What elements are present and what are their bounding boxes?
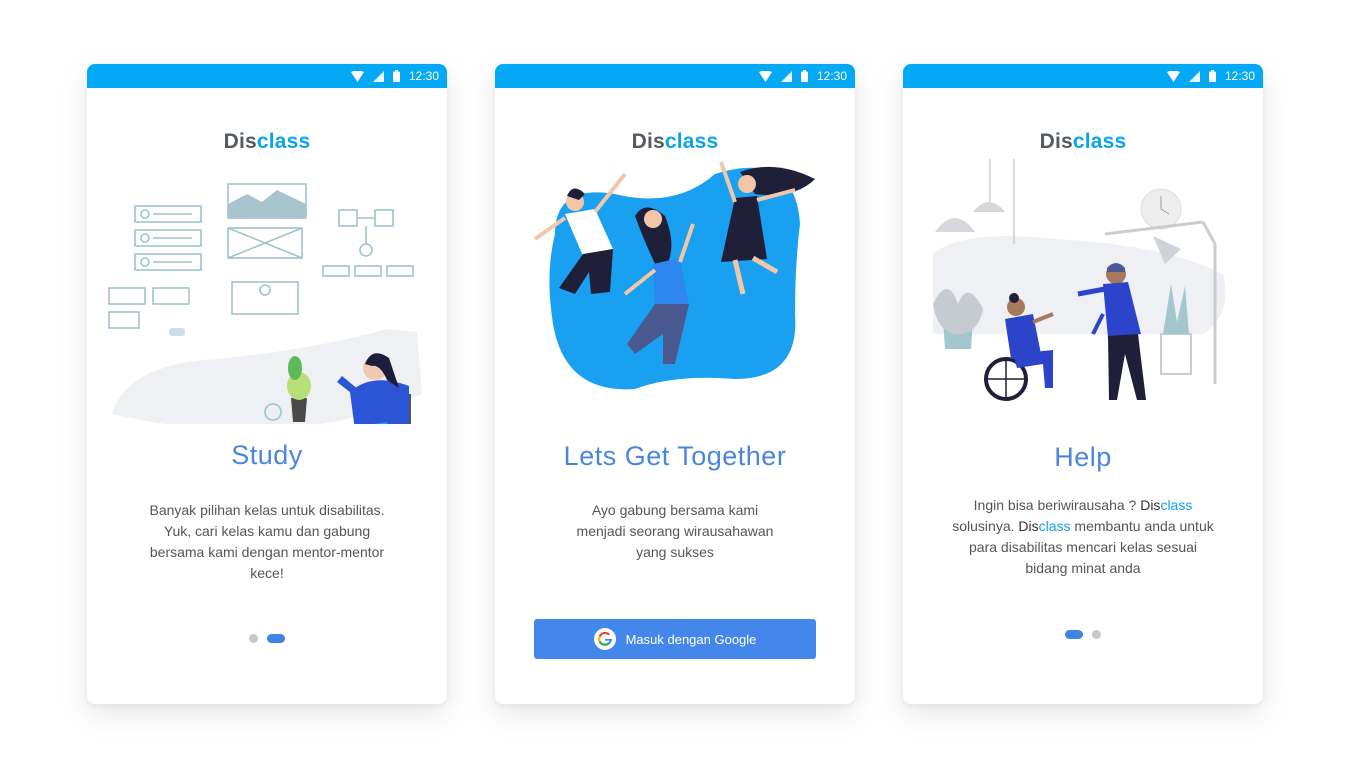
status-bar: 12:30 xyxy=(903,64,1263,88)
page-indicator xyxy=(903,630,1263,639)
onboarding-screen-study: 12:30 Disclass Study Banyak pilihan kela… xyxy=(87,64,447,704)
signal-icon xyxy=(372,70,384,82)
signal-icon xyxy=(780,70,792,82)
battery-icon xyxy=(1208,70,1216,82)
status-time: 12:30 xyxy=(408,69,439,83)
page-dot-1[interactable] xyxy=(249,634,258,643)
wifi-icon xyxy=(350,70,364,82)
page-dot-1-active[interactable] xyxy=(1065,630,1083,639)
onboarding-screen-help: 12:30 Disclass Help Ingin bisa beriwirau… xyxy=(903,64,1263,704)
google-icon xyxy=(593,628,616,650)
screen-title: Lets Get Together xyxy=(563,441,787,471)
page-dot-2-active[interactable] xyxy=(267,634,285,643)
google-signin-button[interactable]: Masuk dengan Google xyxy=(534,619,816,659)
screen-description: Banyak pilihan kelas untuk disabilitas. … xyxy=(149,502,385,581)
app-logo: Disclass xyxy=(223,130,311,153)
google-signin-label: Masuk dengan Google xyxy=(625,631,757,647)
battery-icon xyxy=(392,70,400,82)
page-dot-2[interactable] xyxy=(1092,630,1101,639)
wifi-icon xyxy=(758,70,772,82)
status-time: 12:30 xyxy=(1224,69,1255,83)
app-logo: Disclass xyxy=(631,130,719,153)
onboarding-screen-together: 12:30 Disclass Lets Get Together Ayo gab… xyxy=(495,64,855,704)
study-illustration xyxy=(108,183,422,424)
wifi-icon xyxy=(1166,70,1180,82)
help-illustration xyxy=(933,159,1226,401)
status-bar: 12:30 xyxy=(87,64,447,88)
screen-description: Ingin bisa beriwirausaha ? Disclass solu… xyxy=(952,497,1214,576)
screen-title: Study xyxy=(231,440,303,470)
brand-inline-class: class xyxy=(1160,497,1193,513)
brand-inline-dis: Dis xyxy=(1140,497,1161,513)
signal-icon xyxy=(1188,70,1200,82)
together-illustration xyxy=(533,161,815,390)
screen-title: Help xyxy=(1054,442,1112,472)
status-time: 12:30 xyxy=(816,69,847,83)
page-indicator xyxy=(87,634,447,643)
battery-icon xyxy=(800,70,808,82)
status-bar: 12:30 xyxy=(495,64,855,88)
app-logo: Disclass xyxy=(1039,130,1127,153)
screen-description: Ayo gabung bersama kami menjadi seorang … xyxy=(576,502,774,560)
